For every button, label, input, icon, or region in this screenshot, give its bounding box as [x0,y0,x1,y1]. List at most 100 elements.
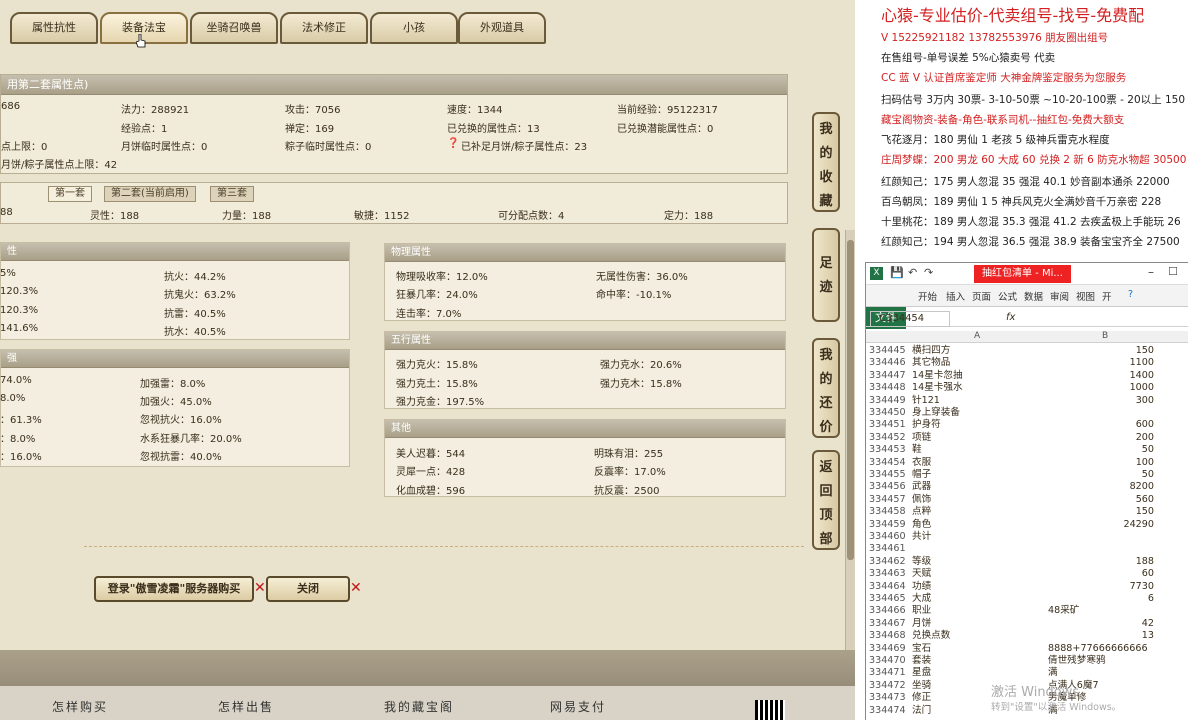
cell-a[interactable]: 套装 [912,655,931,667]
row-number[interactable]: 334449 [869,395,906,407]
cell-b[interactable]: 600 [1046,419,1154,431]
tab-set-3[interactable]: 第三套 [210,186,254,202]
cell-a[interactable]: 14星卡强水 [912,382,963,394]
cell-a[interactable]: 法门 [912,705,931,717]
row-number[interactable]: 334463 [869,568,906,580]
cell-b[interactable]: 150 [1046,345,1154,357]
undo-icon[interactable]: ↶ [908,266,917,279]
ribbon-tab[interactable]: 开始 [918,289,937,303]
cell-a[interactable]: 14星卡忽抽 [912,370,963,382]
row-number[interactable]: 334469 [869,643,906,655]
cell-b[interactable]: 50 [1046,444,1154,456]
row-number[interactable]: 334457 [869,494,906,506]
cell-b[interactable]: 7730 [1046,581,1154,593]
my-bargain-button[interactable]: 我 的 还 价 [812,338,840,438]
ribbon-tab[interactable]: 公式 [998,289,1017,303]
footer-link-how-to-sell[interactable]: 怎样出售 [218,698,274,715]
row-number[interactable]: 334458 [869,506,906,518]
maximize-icon[interactable]: ☐ [1168,265,1178,278]
cell-a[interactable]: 职业 [912,605,931,617]
tab-set-1[interactable]: 第一套 [48,186,92,202]
cell-b[interactable]: 24290 [1046,519,1154,531]
back-to-top-button[interactable]: 返 回 顶 部 [812,450,840,550]
row-number[interactable]: 334448 [869,382,906,394]
cell-a[interactable]: 项链 [912,432,931,444]
scrollbar-thumb[interactable] [847,240,854,560]
row-number[interactable]: 334460 [869,531,906,543]
cell-b[interactable]: 8200 [1046,481,1154,493]
row-number[interactable]: 334468 [869,630,906,642]
fx-icon[interactable]: fx [1006,312,1015,323]
cell-b[interactable]: 200 [1046,432,1154,444]
tab-attr-resist[interactable]: 属性抗性 [10,12,98,44]
cell-a[interactable]: 身上穿装备 [912,407,960,419]
cell-b[interactable]: 48采矿 [1048,605,1156,617]
cell-a[interactable]: 功绩 [912,581,931,593]
footprint-button[interactable]: 足 迹 [812,228,840,322]
row-number[interactable]: 334455 [869,469,906,481]
cell-a[interactable]: 共计 [912,531,931,543]
name-box[interactable]: C334454 [870,311,950,327]
row-number[interactable]: 334467 [869,618,906,630]
cell-b[interactable]: 42 [1046,618,1154,630]
tab-appearance[interactable]: 外观道具 [458,12,546,44]
row-number[interactable]: 334462 [869,556,906,568]
tab-set-2[interactable]: 第二套(当前启用) [104,186,196,202]
cell-a[interactable]: 护身符 [912,419,941,431]
cell-a[interactable]: 星盘 [912,667,931,679]
tab-spell-correct[interactable]: 法术修正 [280,12,368,44]
cell-b[interactable]: 13 [1046,630,1154,642]
cell-b[interactable]: 50 [1046,469,1154,481]
footer-link-how-to-buy[interactable]: 怎样购买 [52,698,108,715]
ribbon-tab[interactable]: 插入 [946,289,965,303]
row-number[interactable]: 334454 [869,457,906,469]
footer-link-my-treasure[interactable]: 我的藏宝阁 [384,698,454,715]
cell-a[interactable]: 角色 [912,519,931,531]
column-header-a[interactable]: A [974,331,980,341]
close-button[interactable]: 关闭 [266,576,350,602]
row-number[interactable]: 334466 [869,605,906,617]
row-number[interactable]: 334464 [869,581,906,593]
row-number[interactable]: 334451 [869,419,906,431]
cell-a[interactable]: 宝石 [912,643,931,655]
cell-b[interactable]: 100 [1046,457,1154,469]
cell-a[interactable]: 兑换点数 [912,630,950,642]
redo-icon[interactable]: ↷ [924,266,933,279]
row-number[interactable]: 334473 [869,692,906,704]
row-number[interactable]: 334461 [869,543,906,555]
scrollbar[interactable] [845,230,855,650]
cell-a[interactable]: 针121 [912,395,940,407]
row-number[interactable]: 334445 [869,345,906,357]
row-number[interactable]: 334453 [869,444,906,456]
footer-link-netease-pay[interactable]: 网易支付 [550,698,606,715]
cell-a[interactable]: 大成 [912,593,931,605]
cell-b[interactable]: 倩世残梦寒鸦 [1048,655,1156,667]
cell-a[interactable]: 点粹 [912,506,931,518]
ribbon-tab[interactable]: 审阅 [1050,289,1069,303]
login-buy-button[interactable]: 登录"傲雪凌霜"服务器购买 [94,576,254,602]
cell-a[interactable]: 月饼 [912,618,931,630]
cell-b[interactable]: 1400 [1046,370,1154,382]
cell-a[interactable]: 其它物品 [912,357,950,369]
cell-b[interactable]: 560 [1046,494,1154,506]
tab-mount-pet[interactable]: 坐骑召唤兽 [190,12,278,44]
cell-b[interactable]: 300 [1046,395,1154,407]
cell-a[interactable]: 帽子 [912,469,931,481]
cell-b[interactable]: 满 [1048,667,1156,679]
ribbon-tab[interactable]: 开 [1102,289,1112,303]
row-number[interactable]: 334450 [869,407,906,419]
row-number[interactable]: 334447 [869,370,906,382]
minimize-icon[interactable]: – [1148,265,1154,279]
cell-a[interactable]: 衣服 [912,457,931,469]
row-number[interactable]: 334474 [869,705,906,717]
cell-b[interactable]: 6 [1046,593,1154,605]
cell-a[interactable]: 修正 [912,692,931,704]
cell-b[interactable]: 150 [1046,506,1154,518]
cell-b[interactable]: 60 [1046,568,1154,580]
cell-b[interactable]: 1000 [1046,382,1154,394]
ribbon-tab[interactable]: 页面 [972,289,991,303]
cell-a[interactable]: 鞋 [912,444,922,456]
cell-b[interactable]: 188 [1046,556,1154,568]
row-number[interactable]: 334472 [869,680,906,692]
my-favorites-button[interactable]: 我 的 收 藏 [812,112,840,212]
